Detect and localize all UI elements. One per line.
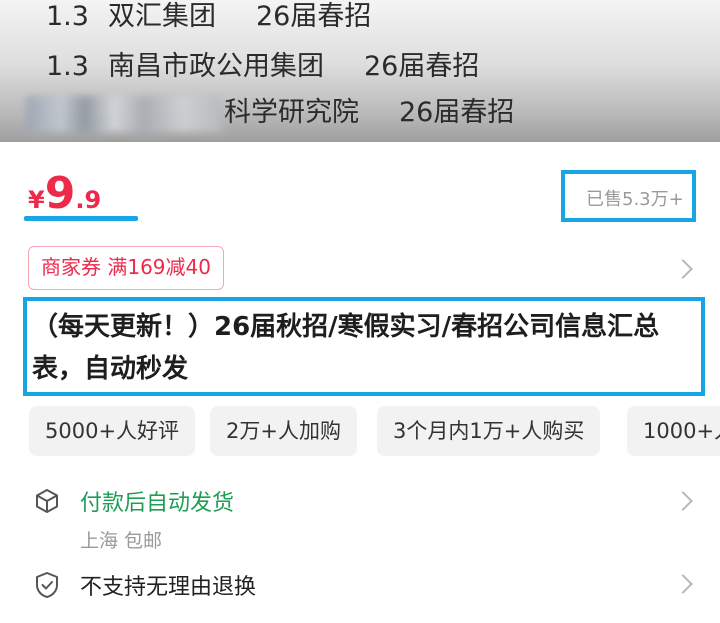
chevron-right-icon[interactable] — [673, 574, 693, 594]
banner-row: 1.3 南昌市政公用集团 26届春招 — [46, 44, 479, 83]
banner-row-tag: 26届春招 — [399, 97, 515, 128]
banner-row-company: 南昌市政公用集团 — [108, 51, 324, 82]
coupon-badge[interactable]: 商家券 满169减40 — [28, 246, 224, 290]
banner-row-company: 科学研究院 — [224, 97, 359, 128]
refund-policy[interactable]: 不支持无理由退换 — [80, 569, 256, 601]
product-price: ¥9.9 — [28, 168, 101, 219]
purchase-chip[interactable]: 3个月内1万+人购买 — [377, 406, 601, 456]
banner-row-tag: 26届春招 — [364, 51, 480, 82]
banner-row: 1.3 双汇集团 26届春招 — [46, 0, 371, 33]
delivery-method[interactable]: 付款后自动发货 — [80, 485, 234, 517]
cube-icon — [36, 489, 58, 513]
product-banner-image[interactable]: 1.3 双汇集团 26届春招 1.3 南昌市政公用集团 26届春招 科学研究院 26届春招 — [0, 0, 720, 142]
review-chip[interactable]: 5000+人好评 — [29, 406, 196, 456]
price-decimal: .9 — [75, 186, 102, 214]
banner-row-number: 1.3 — [46, 51, 89, 82]
banner-row: 科学研究院 26届春招 — [26, 90, 514, 132]
banner-row-company: 双汇集团 — [108, 1, 216, 32]
chevron-right-icon[interactable] — [673, 259, 693, 279]
shield-check-icon — [36, 572, 58, 598]
cart-chip[interactable]: 2万+人加购 — [210, 406, 357, 456]
chevron-right-icon[interactable] — [673, 491, 693, 511]
more-chip[interactable]: 1000+人 — [627, 406, 720, 456]
price-integer: 9 — [44, 168, 76, 219]
sold-count: 已售5.3万+ — [586, 189, 684, 210]
product-title: （每天更新！）26届秋招/寒假实习/春招公司信息汇总表，自动秒发 — [32, 312, 660, 384]
blurred-text-region — [26, 95, 222, 132]
banner-row-tag: 26届春招 — [256, 1, 372, 32]
price-highlight-underline — [24, 216, 138, 221]
shipping-location: 上海 包邮 — [80, 530, 163, 552]
price-currency: ¥ — [28, 186, 45, 214]
banner-row-number: 1.3 — [46, 1, 89, 32]
